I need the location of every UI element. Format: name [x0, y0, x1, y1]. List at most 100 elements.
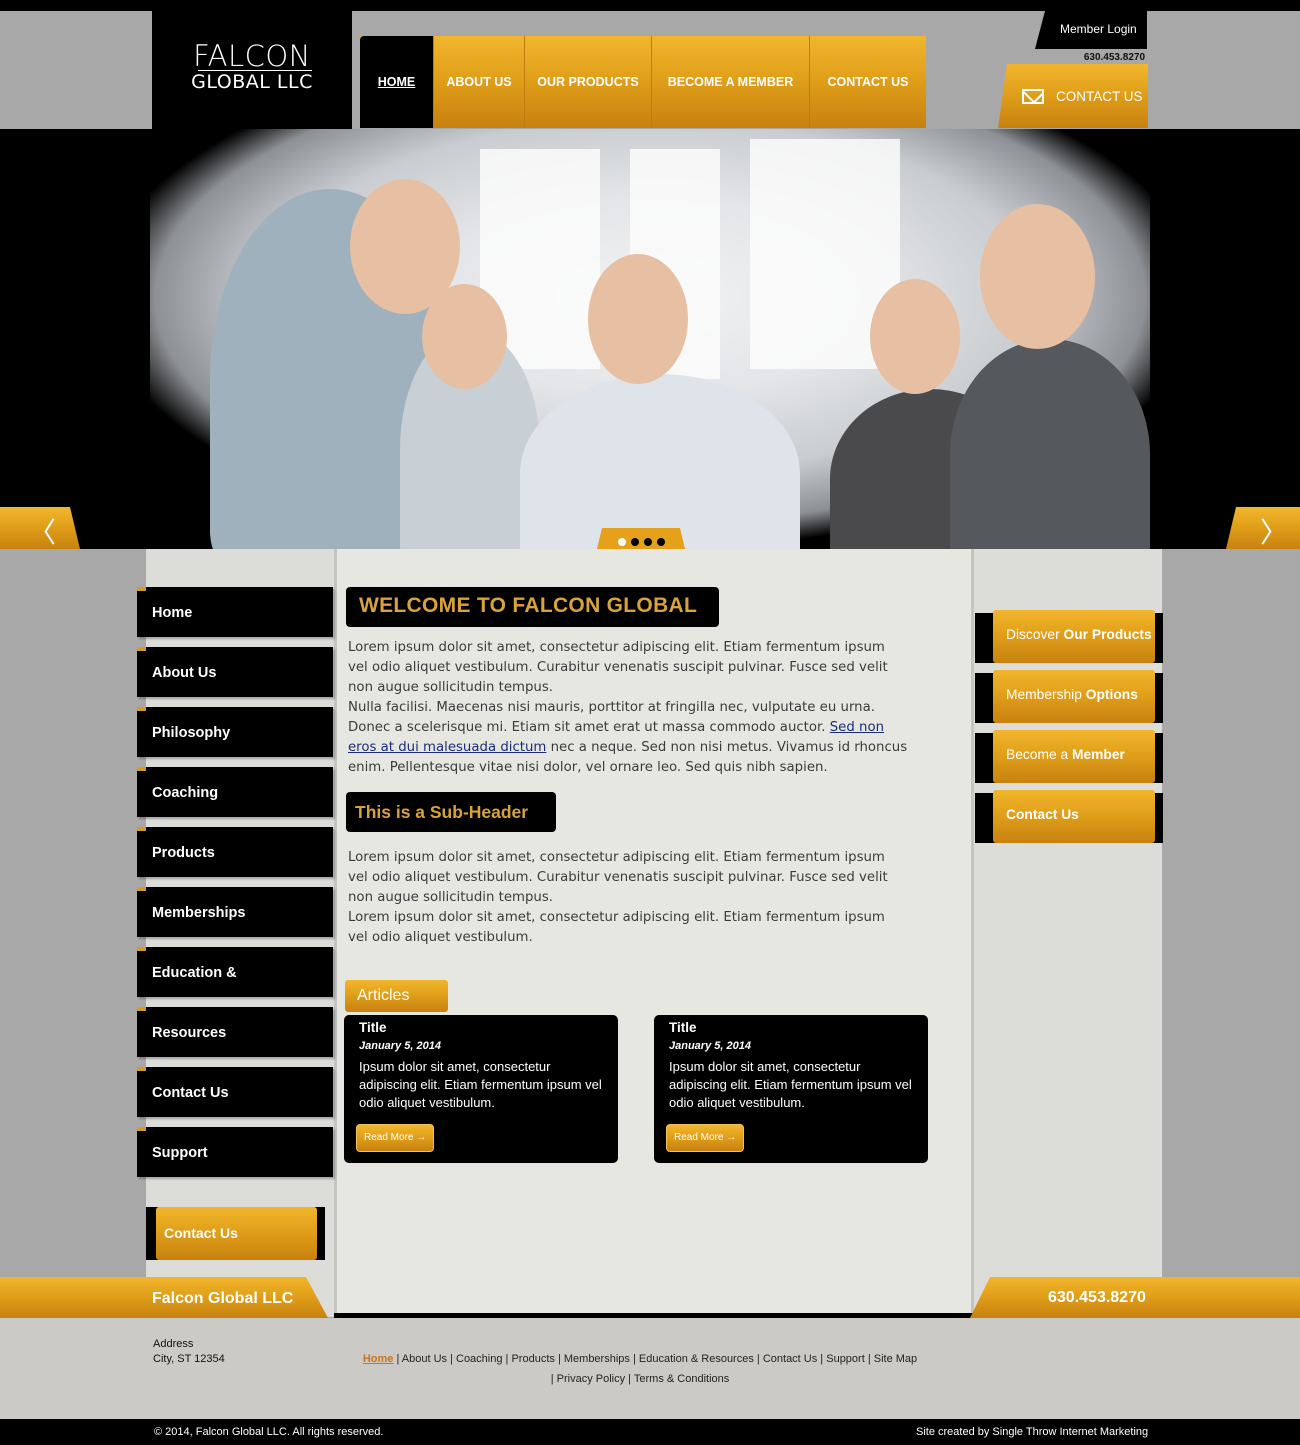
nav-about-us[interactable]: ABOUT US [434, 36, 525, 128]
become-member-button[interactable]: Become a Member [993, 730, 1155, 783]
nav-home[interactable]: HOME [360, 36, 434, 128]
article-excerpt: Ipsum dolor sit amet, consectetur adipis… [359, 1059, 602, 1110]
slider-dot[interactable] [617, 537, 626, 546]
article-title[interactable]: Title [669, 1020, 928, 1035]
member-login-link[interactable]: Member Login [1035, 11, 1147, 49]
footer-link-site-map[interactable]: Site Map [874, 1353, 917, 1365]
article-date: January 5, 2014 [669, 1040, 751, 1052]
chevron-left-icon: 〈 [28, 517, 57, 548]
cta-text: Discover [1006, 627, 1064, 642]
article-title[interactable]: Title [359, 1020, 618, 1035]
read-more-button[interactable]: Read More → [666, 1124, 744, 1152]
photo-head [870, 279, 960, 394]
article-date: January 5, 2014 [359, 1040, 441, 1052]
footer-phone-banner: 630.453.8270 [970, 1277, 1300, 1318]
footer-link-contact-us[interactable]: Contact Us [763, 1353, 817, 1365]
hero-slider: 〈 〉 [0, 129, 1300, 549]
sidebar-contact-box: Contact Us [146, 1207, 325, 1260]
sidebar-contact-button[interactable]: Contact Us [156, 1207, 317, 1260]
sidebar-item-education[interactable]: Education & [137, 947, 333, 997]
sidebar-item-philosophy[interactable]: Philosophy [137, 707, 333, 757]
logo-line2: GLOBAL LLC [191, 71, 313, 93]
sidebar-item-coaching[interactable]: Coaching [137, 767, 333, 817]
sidebar-item-products[interactable]: Products [137, 827, 333, 877]
intro-paragraph: Lorem ipsum dolor sit amet, consectetur … [348, 640, 888, 695]
discover-products-button[interactable]: Discover Our Products [993, 610, 1155, 663]
footer-link-products[interactable]: Products [511, 1353, 554, 1365]
cta-text-bold: Options [1085, 687, 1138, 702]
sidebar-item-resources[interactable]: Resources [137, 1007, 333, 1057]
article-card: Title January 5, 2014 Ipsum dolor sit am… [344, 1015, 618, 1163]
footer-company-banner: Falcon Global LLC [0, 1277, 328, 1318]
footer-address: Address City, ST 12354 [153, 1337, 225, 1367]
bottom-bar: © 2014, Falcon Global LLC. All rights re… [0, 1419, 1300, 1445]
article-card: Title January 5, 2014 Ipsum dolor sit am… [654, 1015, 928, 1163]
hero-photo [150, 129, 1150, 549]
right-cta-products: Discover Our Products [975, 610, 1163, 663]
sub-header: This is a Sub-Header [346, 792, 556, 832]
footer-link-about-us[interactable]: About Us [402, 1353, 447, 1365]
footer-link-privacy-policy[interactable]: Privacy Policy [557, 1373, 625, 1385]
paragraph-text: Nulla facilisi. Maecenas nisi mauris, po… [348, 700, 875, 735]
footer-links-row2: | Privacy Policy | Terms & Conditions [550, 1373, 730, 1385]
sidebar-item-home[interactable]: Home [137, 587, 333, 637]
cta-text: Become [1006, 747, 1061, 762]
sidebar-item-about-us[interactable]: About Us [137, 647, 333, 697]
read-more-button[interactable]: Read More → [356, 1124, 434, 1152]
right-contact-button[interactable]: Contact Us [993, 790, 1155, 843]
nav-contact-us[interactable]: CONTACT US [810, 36, 926, 128]
footer-links-row1: Home | About Us | Coaching | Products | … [362, 1353, 918, 1365]
slider-dot[interactable] [656, 537, 665, 546]
sidebar-item-memberships[interactable]: Memberships [137, 887, 333, 937]
footer-link-coaching[interactable]: Coaching [456, 1353, 502, 1365]
right-cta-membership: Membership Options [975, 670, 1163, 723]
header-phone: 630.453.8270 [1083, 52, 1145, 63]
address-line2: City, ST 12354 [153, 1353, 225, 1365]
second-paragraph: Nulla facilisi. Maecenas nisi mauris, po… [348, 698, 908, 778]
main-nav: HOME ABOUT US OUR PRODUCTS BECOME A MEMB… [360, 36, 926, 128]
cta-text-bold: Contact Us [1006, 807, 1079, 822]
footer-link-education-resources[interactable]: Education & Resources [639, 1353, 754, 1365]
sidebar-item-contact-us[interactable]: Contact Us [137, 1067, 333, 1117]
photo-person [950, 339, 1150, 549]
cta-text-bold: Our Products [1063, 627, 1152, 642]
sidebar-item-support[interactable]: Support [137, 1127, 333, 1177]
logo-line1: FALCON [193, 39, 311, 73]
footer-link-terms[interactable]: Terms & Conditions [634, 1373, 729, 1385]
slider-prev-button[interactable]: 〈 [0, 507, 80, 549]
articles-heading: Articles [345, 980, 448, 1012]
chevron-right-icon: 〉 [1260, 517, 1289, 548]
footer-links: Home | About Us | Coaching | Products | … [340, 1349, 940, 1389]
photo-head [980, 204, 1095, 349]
fourth-paragraph: Lorem ipsum dolor sit amet, consectetur … [348, 910, 885, 945]
footer-link-support[interactable]: Support [826, 1353, 865, 1365]
site-credit[interactable]: Site created by Single Throw Internet Ma… [916, 1426, 1148, 1438]
photo-head [422, 284, 507, 389]
slider-dot[interactable] [643, 537, 652, 546]
cta-text-bold: Member [1071, 747, 1125, 762]
slider-dot[interactable] [630, 537, 639, 546]
slider-pager [596, 528, 686, 549]
nav-our-products[interactable]: OUR PRODUCTS [525, 36, 652, 128]
footer-link-memberships[interactable]: Memberships [564, 1353, 630, 1365]
envelope-icon [1022, 88, 1044, 104]
third-paragraph: Lorem ipsum dolor sit amet, consectetur … [348, 850, 888, 905]
membership-options-button[interactable]: Membership Options [993, 670, 1155, 723]
nav-become-a-member[interactable]: BECOME A MEMBER [652, 36, 810, 128]
header-contact-label: CONTACT US [1056, 88, 1143, 104]
logo[interactable]: FALCON GLOBAL LLC [152, 11, 352, 129]
cta-text: Membership [1006, 687, 1086, 702]
page-title: WELCOME TO FALCON GLOBAL [346, 587, 719, 627]
right-cta-contact: Contact Us [975, 790, 1163, 843]
photo-head [588, 254, 688, 384]
footer-link-home[interactable]: Home [363, 1353, 394, 1365]
photo-person [520, 374, 800, 549]
cta-text: a [1060, 747, 1072, 762]
address-line1: Address [153, 1338, 194, 1350]
right-cta-become-member: Become a Member [975, 730, 1163, 783]
slider-next-button[interactable]: 〉 [1226, 507, 1300, 549]
copyright: © 2014, Falcon Global LLC. All rights re… [154, 1426, 384, 1438]
top-strip [0, 0, 1300, 11]
header-contact-button[interactable]: CONTACT US [998, 64, 1148, 128]
article-excerpt: Ipsum dolor sit amet, consectetur adipis… [669, 1059, 912, 1110]
